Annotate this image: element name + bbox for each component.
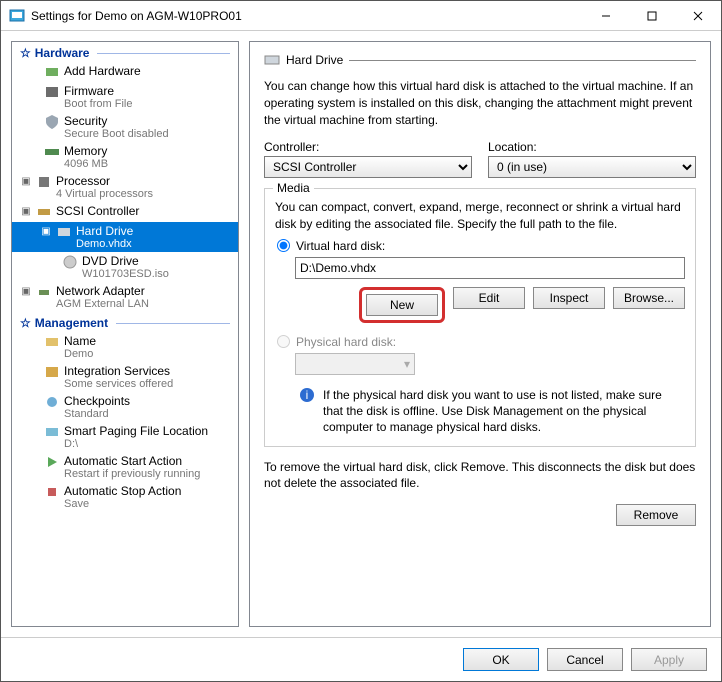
detail-intro: You can change how this virtual hard dis… [264, 78, 696, 128]
close-button[interactable] [675, 1, 721, 30]
management-header: ☆ Management [12, 312, 238, 332]
virtual-hard-disk-label: Virtual hard disk: [296, 239, 385, 253]
dialog-footer: OK Cancel Apply [1, 637, 721, 681]
media-legend: Media [273, 181, 314, 195]
physical-hard-disk-label: Physical hard disk: [296, 335, 396, 349]
edit-button[interactable]: Edit [453, 287, 525, 309]
tree-smart-paging[interactable]: Smart Paging File LocationD:\ [12, 422, 238, 452]
media-intro: You can compact, convert, expand, merge,… [275, 199, 685, 233]
hard-drive-icon [56, 224, 72, 240]
collapse-icon[interactable]: ▣ [20, 206, 32, 217]
maximize-button[interactable] [629, 1, 675, 30]
inspect-button[interactable]: Inspect [533, 287, 605, 309]
app-icon [9, 8, 25, 24]
virtual-hard-disk-radio[interactable] [277, 239, 290, 252]
svg-text:i: i [306, 388, 309, 402]
new-button-highlight: New [359, 287, 445, 323]
firmware-icon [44, 84, 60, 100]
media-groupbox: Media You can compact, convert, expand, … [264, 188, 696, 446]
tree-auto-stop[interactable]: Automatic Stop ActionSave [12, 482, 238, 512]
apply-button: Apply [631, 648, 707, 671]
remove-text: To remove the virtual hard disk, click R… [264, 459, 696, 493]
tree-hard-drive[interactable]: ▣ Hard DriveDemo.vhdx [12, 222, 238, 252]
physical-disk-select: ▾ [295, 353, 415, 375]
paging-icon [44, 424, 60, 440]
expand-icon[interactable]: ▣ [20, 176, 32, 187]
integration-icon [44, 364, 60, 380]
main-content: ☆ Hardware Add Hardware FirmwareBoot fro… [1, 31, 721, 637]
controller-select[interactable]: SCSI Controller [264, 156, 472, 178]
tree-memory[interactable]: Memory4096 MB [12, 142, 238, 172]
cpu-icon [36, 174, 52, 190]
hard-drive-icon [264, 52, 280, 68]
settings-tree: ☆ Hardware Add Hardware FirmwareBoot fro… [11, 41, 239, 627]
titlebar: Settings for Demo on AGM-W10PRO01 [1, 1, 721, 31]
tree-dvd-drive[interactable]: DVD DriveW101703ESD.iso [12, 252, 238, 282]
hardware-glyph: ☆ [20, 46, 31, 60]
scsi-icon [36, 204, 52, 220]
dvd-icon [62, 254, 78, 270]
remove-button[interactable]: Remove [616, 504, 696, 526]
network-icon [36, 284, 52, 300]
tree-processor[interactable]: ▣ Processor4 Virtual processors [12, 172, 238, 202]
tree-security[interactable]: SecuritySecure Boot disabled [12, 112, 238, 142]
tree-name[interactable]: NameDemo [12, 332, 238, 362]
auto-start-icon [44, 454, 60, 470]
tree-scsi[interactable]: ▣ SCSI Controller [12, 202, 238, 222]
memory-icon [44, 144, 60, 160]
tree-checkpoints[interactable]: CheckpointsStandard [12, 392, 238, 422]
tree-auto-start[interactable]: Automatic Start ActionRestart if previou… [12, 452, 238, 482]
expand-icon[interactable]: ▣ [40, 226, 52, 237]
tree-network[interactable]: ▣ Network AdapterAGM External LAN [12, 282, 238, 312]
management-glyph: ☆ [20, 316, 31, 330]
browse-button[interactable]: Browse... [613, 287, 685, 309]
shield-icon [44, 114, 60, 130]
ok-button[interactable]: OK [463, 648, 539, 671]
window-title: Settings for Demo on AGM-W10PRO01 [31, 9, 583, 23]
chevron-down-icon: ▾ [404, 357, 410, 371]
hardware-header: ☆ Hardware [12, 42, 238, 62]
new-button[interactable]: New [366, 294, 438, 316]
vhd-path-input[interactable] [295, 257, 685, 279]
minimize-button[interactable] [583, 1, 629, 30]
info-icon: i [299, 387, 315, 403]
detail-pane: Hard Drive You can change how this virtu… [249, 41, 711, 627]
physical-disk-info: If the physical hard disk you want to us… [323, 387, 681, 436]
expand-icon[interactable]: ▣ [20, 286, 32, 297]
controller-label: Controller: [264, 140, 472, 154]
name-icon [44, 334, 60, 350]
tree-firmware[interactable]: FirmwareBoot from File [12, 82, 238, 112]
detail-title: Hard Drive [286, 53, 343, 67]
add-hardware-icon [44, 64, 60, 80]
cancel-button[interactable]: Cancel [547, 648, 623, 671]
tree-integration[interactable]: Integration ServicesSome services offere… [12, 362, 238, 392]
auto-stop-icon [44, 484, 60, 500]
location-select[interactable]: 0 (in use) [488, 156, 696, 178]
physical-hard-disk-radio [277, 335, 290, 348]
tree-add-hardware[interactable]: Add Hardware [12, 62, 238, 82]
location-label: Location: [488, 140, 696, 154]
checkpoints-icon [44, 394, 60, 410]
